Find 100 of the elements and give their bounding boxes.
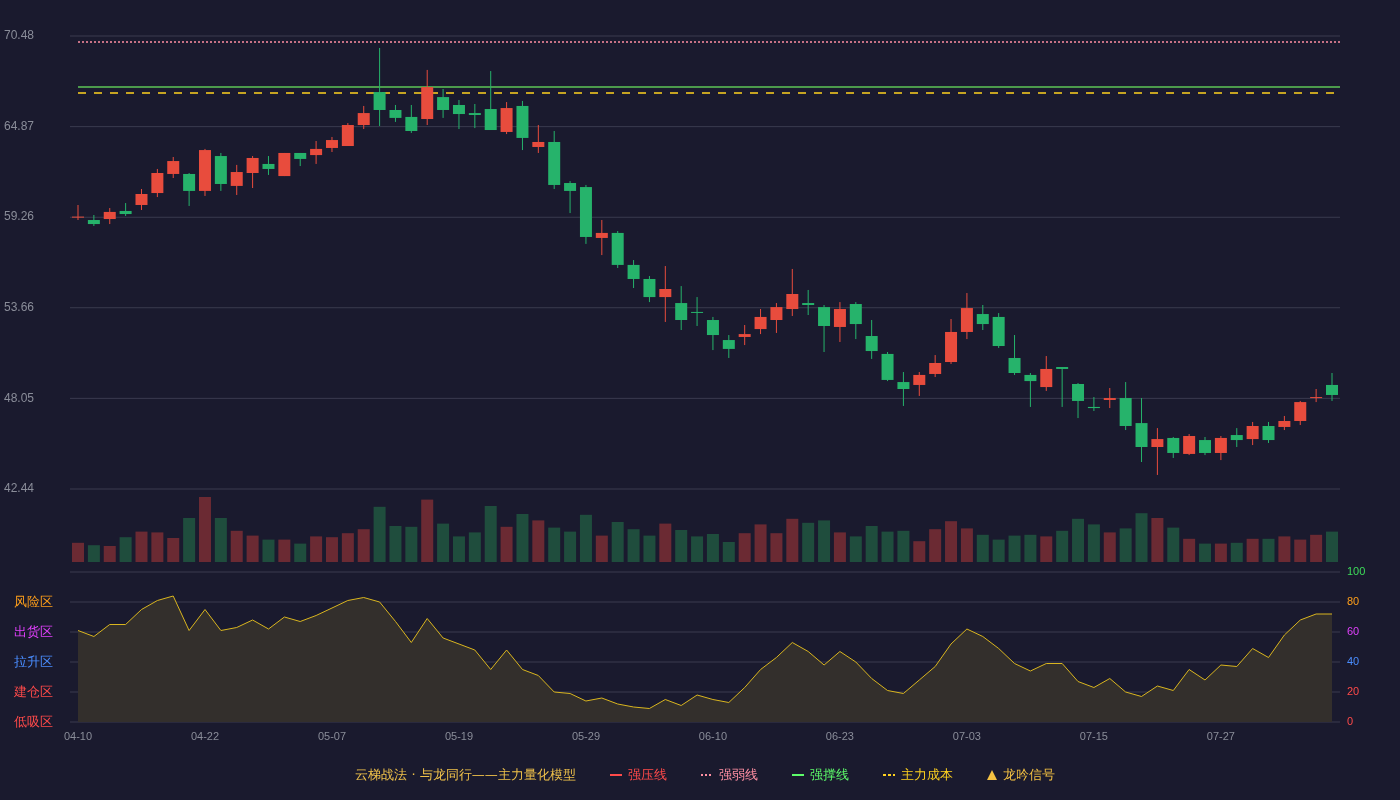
volume-bar [691, 536, 704, 562]
volume-bar [1278, 536, 1291, 562]
volume-bar [548, 527, 561, 562]
volume-bar [1214, 543, 1227, 562]
volume-bar [72, 542, 84, 562]
volume-bar [659, 523, 672, 562]
volume-bar [1024, 534, 1037, 562]
volume-bar [230, 530, 243, 562]
candle [230, 164, 243, 196]
candle [754, 308, 767, 335]
candle [564, 180, 577, 214]
volume-bar [103, 546, 116, 562]
volume-bar [579, 514, 592, 562]
volume-bar [452, 536, 465, 562]
candle [595, 219, 608, 256]
candle [405, 104, 418, 134]
candle [341, 122, 354, 147]
volume-bar [1087, 524, 1100, 562]
candle [437, 88, 450, 119]
volume-bar [341, 533, 354, 562]
candle [881, 351, 894, 382]
axis-label: 07-15 [1079, 730, 1108, 742]
volume-bar [516, 514, 529, 562]
axis-label: 06-10 [698, 730, 727, 742]
volume-bar [532, 520, 545, 562]
volume-bar [1183, 538, 1196, 562]
candle [897, 371, 910, 407]
volume-bar [897, 530, 910, 562]
volume-bar [849, 536, 862, 562]
volume-bar [770, 533, 783, 562]
candle [643, 275, 656, 303]
volume-bar [1199, 543, 1211, 562]
candle [1103, 387, 1116, 409]
volume-bar [818, 520, 831, 562]
volume-bar [135, 531, 148, 562]
volume-bar [564, 531, 577, 562]
candle [818, 304, 831, 353]
volume-bar [167, 538, 180, 562]
candle [929, 354, 942, 378]
volume-bar [500, 526, 513, 562]
axis-label: 70.48 [4, 28, 35, 43]
candle [548, 130, 561, 190]
candle [1199, 436, 1211, 456]
candle [833, 301, 846, 343]
volume-bar [246, 535, 259, 562]
candle [691, 296, 704, 327]
candle [262, 155, 275, 176]
candle [1214, 435, 1227, 461]
axis-label: 07-03 [952, 730, 981, 742]
volume-bar [262, 539, 275, 562]
volume-bar [675, 530, 688, 562]
candle [532, 124, 545, 154]
candle [738, 324, 751, 346]
candle [1262, 421, 1275, 444]
legend-label: 龙吟信号 [1002, 766, 1055, 784]
axis-label: 05-19 [444, 730, 474, 742]
candle [246, 155, 259, 189]
axis-label: 04-22 [190, 730, 220, 742]
volume-bar [722, 542, 735, 562]
candle [199, 148, 211, 197]
candle [310, 140, 323, 165]
axis-label: 04-10 [63, 730, 93, 742]
volume-bar [405, 526, 418, 562]
candle [500, 101, 513, 135]
candle [865, 319, 878, 360]
candle [183, 172, 196, 207]
candle [103, 207, 116, 225]
candle [802, 289, 815, 316]
volume-bar [738, 533, 751, 562]
axis-label: 48.05 [4, 390, 35, 405]
candle [484, 70, 497, 131]
axis-label: 64.87 [4, 118, 35, 133]
candle [87, 214, 100, 227]
zone-label: 风险区 [14, 593, 53, 609]
volume-bar [595, 535, 608, 562]
volume-bar [151, 532, 164, 562]
axis-label: 05-29 [571, 730, 600, 742]
zone-label: 拉升区 [14, 653, 53, 669]
legend-label: 强压线 [627, 766, 667, 784]
volume-bar [87, 545, 100, 562]
volume-bar [1262, 538, 1275, 562]
candle [786, 268, 799, 317]
candle [468, 103, 481, 129]
axis-label: 60 [1347, 624, 1360, 637]
volume-bar [627, 529, 640, 562]
axis-label: 20 [1347, 684, 1360, 697]
candle [326, 136, 338, 153]
candle [278, 152, 291, 177]
candle [119, 202, 132, 217]
candle [1008, 334, 1021, 376]
candle [1294, 400, 1307, 426]
volume-bar [929, 529, 942, 562]
axis-label: 05-07 [317, 730, 347, 742]
candle [611, 230, 624, 269]
volume-bar [373, 506, 386, 562]
candle [452, 99, 465, 130]
candle [913, 371, 926, 397]
candle [1246, 421, 1259, 446]
volume-bar [437, 523, 450, 562]
candle [1167, 436, 1180, 459]
